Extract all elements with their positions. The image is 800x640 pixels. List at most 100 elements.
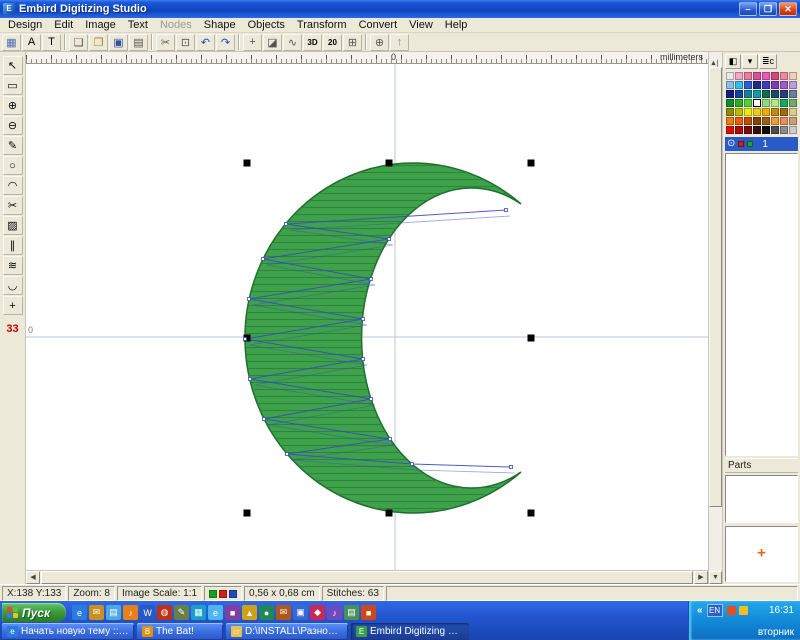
tool-node-edit-button[interactable]: + [3,296,23,315]
palette-color-24[interactable] [726,99,734,107]
vertical-scrollbar[interactable]: ▲ ▼ [708,52,722,584]
stitch-node[interactable] [389,438,392,441]
palette-color-43[interactable] [753,117,761,125]
stitch-node[interactable] [505,209,508,212]
start-button[interactable]: Пуск [2,603,66,622]
palette-color-48[interactable] [726,126,734,134]
palette-color-10[interactable] [744,81,752,89]
palette-dropdown-button[interactable]: ▾ [742,54,758,69]
palette-color-36[interactable] [762,108,770,116]
scroll-right-icon[interactable]: ▶ [694,571,708,584]
palette-color-9[interactable] [735,81,743,89]
quicklaunch-app-orange-icon[interactable]: ■ [361,605,376,620]
menu-item-view[interactable]: View [403,18,439,32]
menu-item-help[interactable]: Help [439,18,474,32]
palette-color-14[interactable] [780,81,788,89]
palette-color-47[interactable] [789,117,797,125]
stitch-node[interactable] [248,298,251,301]
tool-select-button[interactable]: ↖ [3,56,23,75]
tool-zoom-out-button[interactable]: ⊖ [3,116,23,135]
quicklaunch-app-rose-icon[interactable]: ◆ [310,605,325,620]
palette-color-37[interactable] [771,108,779,116]
quicklaunch-show-desktop-icon[interactable]: ▤ [106,605,121,620]
horizontal-scrollbar[interactable]: ◀ ▶ [26,570,708,584]
visibility-eye-icon[interactable]: ⊙ [727,139,735,149]
palette-color-11[interactable] [753,81,761,89]
close-button[interactable]: ✕ [779,2,797,16]
toolbar-zoom-plus-button[interactable]: ⊕ [370,34,389,51]
palette-color-18[interactable] [744,90,752,98]
palette-color-5[interactable] [771,72,779,80]
scroll-left-icon[interactable]: ◀ [26,571,40,584]
tray-icon-1[interactable] [739,606,748,615]
menu-item-shape[interactable]: Shape [198,18,242,32]
toolbar-image-button[interactable]: ▦ [2,34,21,51]
palette-color-32[interactable] [726,108,734,116]
menu-item-image[interactable]: Image [79,18,122,32]
selection-handle[interactable] [528,510,535,517]
palette-color-22[interactable] [780,90,788,98]
selection-handle[interactable] [386,160,393,167]
quicklaunch-browser-icon[interactable]: e [208,605,223,620]
object-list-row[interactable]: ⊙ 1 [725,137,798,151]
palette-color-16[interactable] [726,90,734,98]
palette-color-7[interactable] [789,72,797,80]
palette-color-42[interactable] [744,117,752,125]
minimize-button[interactable]: – [739,2,757,16]
toolbar-stitch-count-button[interactable]: 20 [323,34,342,51]
palette-color-23[interactable] [789,90,797,98]
palette-color-44[interactable] [762,117,770,125]
palette-color-27[interactable] [753,99,761,107]
scroll-down-icon[interactable]: ▼ [709,571,722,584]
tool-column-button[interactable]: ∥ [3,236,23,255]
palette-color-3[interactable] [753,72,761,80]
palette-color-13[interactable] [771,81,779,89]
palette-style-button[interactable]: ◧ [725,54,741,69]
palette-color-34[interactable] [744,108,752,116]
stitch-node[interactable] [263,418,266,421]
palette-color-29[interactable] [771,99,779,107]
vertical-scroll-thumb[interactable] [709,67,722,507]
stitch-node[interactable] [411,463,414,466]
palette-color-50[interactable] [744,126,752,134]
toolbar-save-button[interactable]: ▣ [109,34,128,51]
tool-knife-button[interactable]: ✂ [3,196,23,215]
palette-color-33[interactable] [735,108,743,116]
palette-color-31[interactable] [789,99,797,107]
palette-color-8[interactable] [726,81,734,89]
canvas-drawing[interactable] [26,64,708,570]
palette-color-49[interactable] [735,126,743,134]
palette-color-0[interactable] [726,72,734,80]
toolbar-redo-button[interactable]: ↷ [216,34,235,51]
quicklaunch-notes-icon[interactable]: ✎ [174,605,189,620]
stitch-node[interactable] [244,338,247,341]
palette-color-12[interactable] [762,81,770,89]
toolbar-open-button[interactable]: ❐ [89,34,108,51]
quicklaunch-app-gold-icon[interactable]: ▲ [242,605,257,620]
palette-color-30[interactable] [780,99,788,107]
taskbar-task-0[interactable]: eНачать новую тему :: В... [2,623,134,640]
quicklaunch-table-icon[interactable]: ▦ [191,605,206,620]
palette-color-39[interactable] [789,108,797,116]
palette-color-25[interactable] [735,99,743,107]
palette-color-46[interactable] [780,117,788,125]
quicklaunch-app-blue-icon[interactable]: ▣ [293,605,308,620]
palette-color-17[interactable] [735,90,743,98]
horizontal-scroll-thumb[interactable] [41,571,693,584]
tool-fill-button[interactable]: ▨ [3,216,23,235]
selection-handle[interactable] [244,160,251,167]
tray-collapse-icon[interactable]: « [697,605,703,616]
palette-color-26[interactable] [744,99,752,107]
language-indicator[interactable]: EN [707,604,723,617]
stitch-node[interactable] [370,278,373,281]
palette-color-38[interactable] [780,108,788,116]
palette-color-20[interactable] [762,90,770,98]
selection-handle[interactable] [244,510,251,517]
tool-marquee-button[interactable]: ▭ [3,76,23,95]
toolbar-grid-button[interactable]: ⊞ [343,34,362,51]
taskbar-task-1[interactable]: BThe Bat! [137,623,223,640]
palette-color-35[interactable] [753,108,761,116]
quicklaunch-internet-explorer-icon[interactable]: e [72,605,87,620]
palette-color-19[interactable] [753,90,761,98]
maximize-button[interactable]: ❐ [759,2,777,16]
